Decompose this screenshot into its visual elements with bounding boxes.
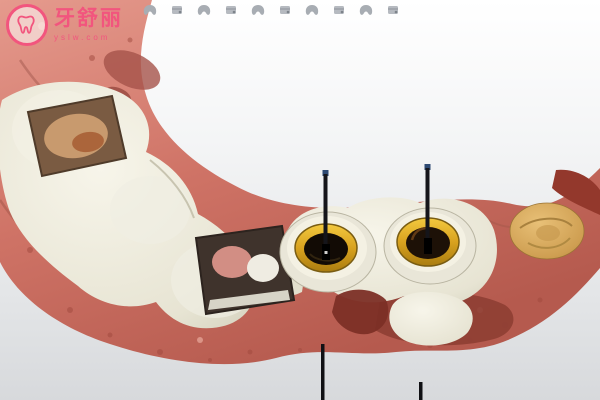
export-model-icon[interactable] [383,1,403,19]
app-window: 牙舒丽 yslw.com [0,0,600,400]
new-case-icon[interactable] [140,1,160,19]
mesh-repair-icon[interactable] [356,1,376,19]
brand-site: yslw.com [54,34,123,42]
crown-design-icon[interactable] [302,1,322,19]
lower-jaw-model-icon[interactable] [194,1,214,19]
watermark: 牙舒丽 yslw.com [6,4,123,46]
tooth-logo-icon [6,4,48,46]
bridge-design-icon[interactable] [329,1,349,19]
antagonist-scan-icon[interactable] [221,1,241,19]
inspection-window-center [196,226,294,314]
3d-viewport[interactable] [0,0,600,400]
toolbar [140,0,403,20]
implant-library-icon[interactable] [275,1,295,19]
bottom-pin-left [321,344,325,400]
brand-name: 牙舒丽 [54,8,123,29]
upper-jaw-model-icon[interactable] [167,1,187,19]
bottom-pin-right [419,382,423,400]
scanbody-align-icon[interactable] [248,1,268,19]
molar-tooth [510,203,584,259]
